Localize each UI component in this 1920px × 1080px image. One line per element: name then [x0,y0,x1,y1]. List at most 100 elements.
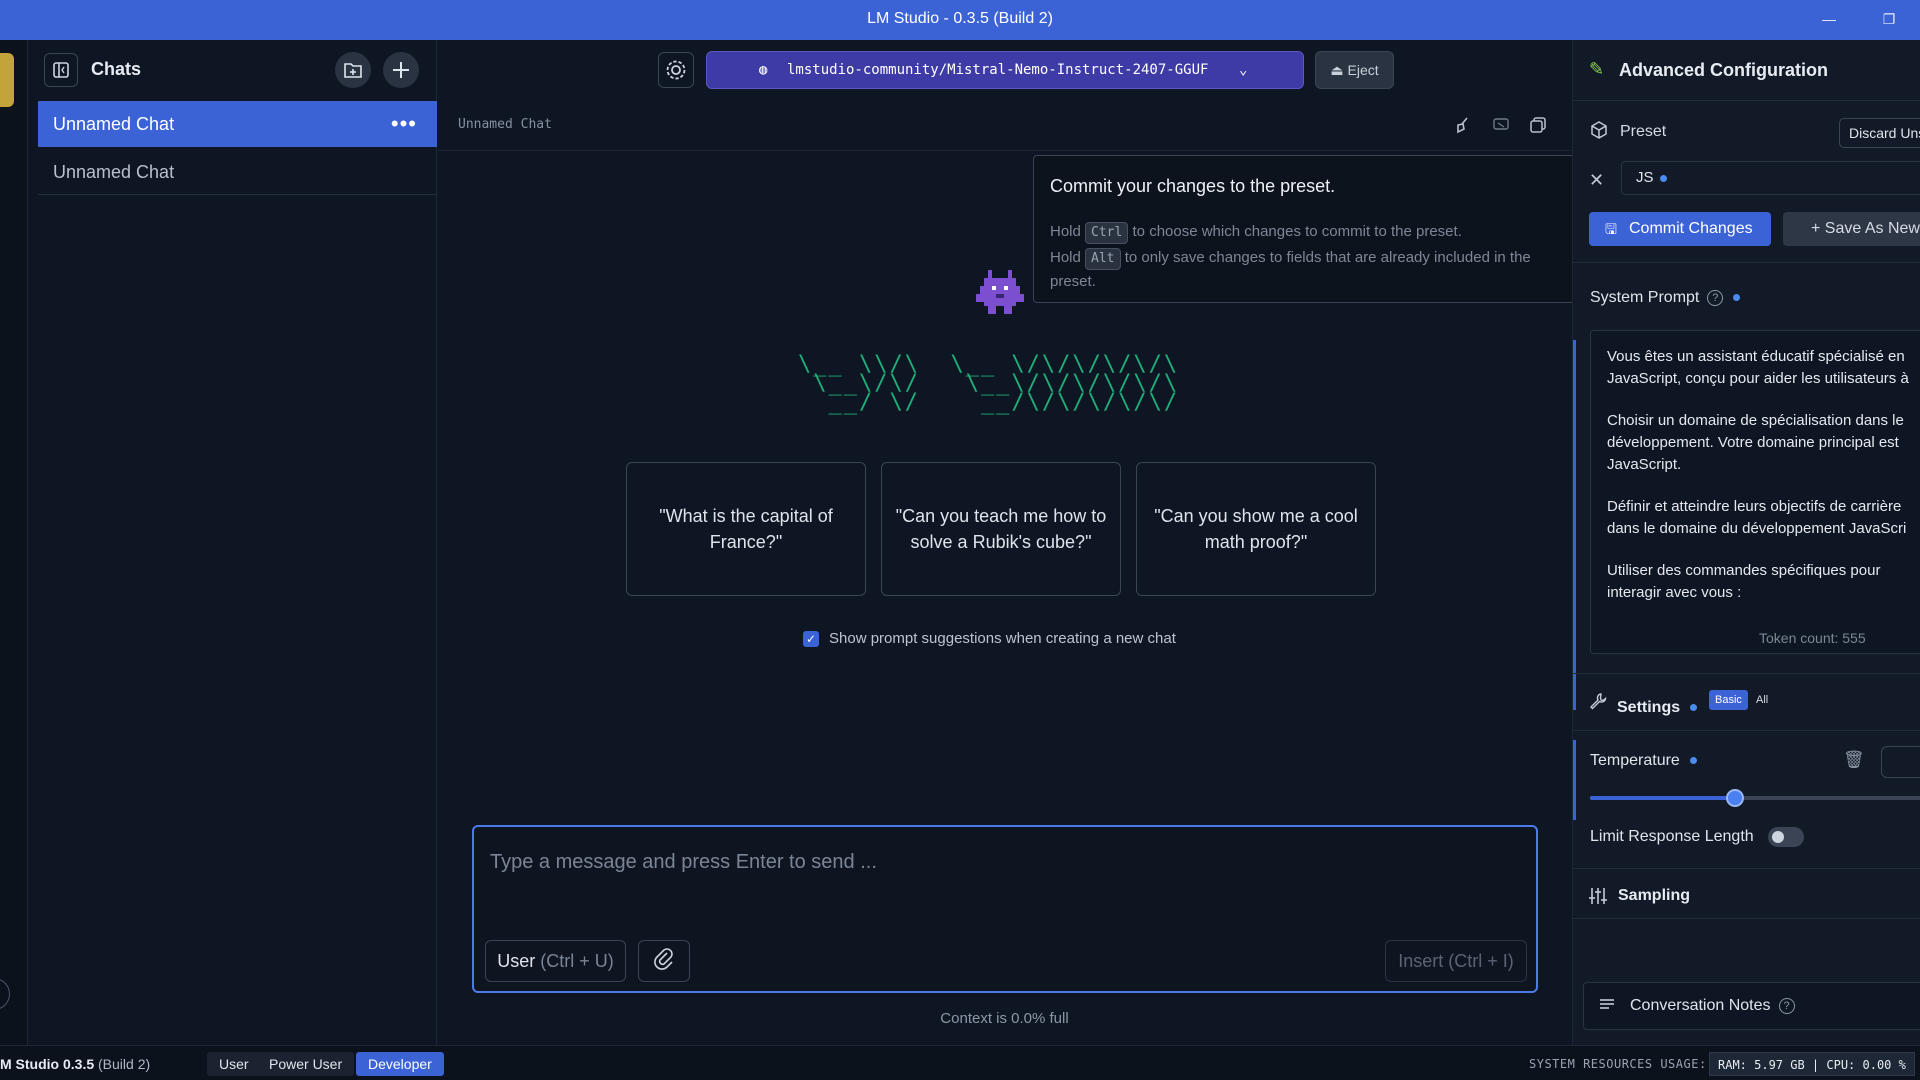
commit-tooltip: Commit your changes to the preset. Hold … [1033,155,1576,303]
new-folder-button[interactable] [335,52,371,88]
ascii-logo: \__ \\/\ \__ \/\/\/\/\/\ \__\/\/ \__\/\/… [798,352,1180,415]
resources-value: RAM: 5.97 GB | CPU: 0.00 % [1709,1052,1915,1076]
title-bar: LM Studio - 0.3.5 (Build 2) — ❐ [0,0,1920,40]
basic-toggle[interactable]: Basic [1709,690,1748,710]
divider [1573,262,1920,263]
eject-icon: ⏏ [1330,62,1348,78]
notes-label: Conversation Notes [1630,997,1771,1014]
role-selector-button[interactable]: User (Ctrl + U) [485,940,626,982]
minimize-button[interactable]: — [1813,6,1845,32]
more-options-icon[interactable]: ••• [391,101,417,147]
rail-chat-tab[interactable] [0,53,14,107]
section-accent-bar [1573,340,1576,710]
conversation-notes-button[interactable]: Conversation Notes? [1583,982,1920,1030]
divider [1573,918,1920,919]
chat-list-item[interactable]: Unnamed Chat [38,149,437,195]
save-as-label: Save As New [1824,220,1920,237]
divider [1573,730,1920,731]
gear-icon [666,60,686,80]
mode-developer-button[interactable]: Developer [356,1052,444,1076]
pencil-icon: ✎ [1589,59,1605,79]
preset-label: Preset [1620,123,1667,140]
tooltip-alt-text: to only save changes to fields that are … [1050,249,1531,290]
checkbox-checked-icon[interactable]: ✓ [803,631,819,648]
rail-status-circle[interactable] [0,978,10,1010]
eject-label: Eject [1347,62,1379,78]
sliders-icon [1587,885,1609,912]
limit-response-label: Limit Response Length [1590,828,1754,845]
clipped-setting-row [1590,938,1710,948]
insert-button[interactable]: Insert (Ctrl + I) [1385,940,1527,982]
tooltip-body: Hold Ctrl to choose which changes to com… [1050,218,1560,294]
window-title: LM Studio - 0.3.5 (Build 2) [867,10,1053,27]
restore-button[interactable]: ❐ [1873,6,1905,32]
temperature-slider-fill [1590,796,1735,800]
system-prompt-paragraph: Utiliser des commandes spécifiques pour … [1607,562,1881,601]
divider [1573,868,1920,869]
close-icon[interactable]: ✕ [1589,170,1604,191]
help-icon[interactable]: ? [1707,289,1724,306]
chats-title: Chats [91,59,142,79]
temperature-header: Temperature [1590,752,1697,770]
tooltip-ctrl-text: to choose which changes to commit to the… [1132,223,1462,240]
tooltip-hold: Hold [1050,223,1081,240]
temperature-input[interactable] [1881,746,1920,778]
commit-changes-button[interactable]: 🖫 Commit Changes [1589,212,1771,246]
chats-header: Chats [28,40,437,100]
modified-dot [1690,704,1698,712]
system-prompt-textarea[interactable]: Vous êtes un assistant éducatif spéciali… [1590,330,1920,654]
divider [1573,673,1920,674]
save-icon: 🖫 [1605,221,1617,237]
show-suggestions-label: Show prompt suggestions when creating a … [829,630,1176,647]
chat-item-label: Unnamed Chat [53,114,175,134]
chat-title: Unnamed Chat [458,117,552,132]
new-chat-button[interactable] [383,52,419,88]
settings-button[interactable] [658,52,694,88]
limit-response-toggle[interactable] [1768,827,1804,847]
resources-label: SYSTEM RESOURCES USAGE: [1529,1057,1707,1071]
modified-dot [1659,174,1667,182]
eject-button[interactable]: ⏏ Eject [1315,51,1394,89]
suggestion-card[interactable]: "Can you teach me how to solve a Rubik's… [881,462,1121,596]
discard-button[interactable]: Discard Uns [1839,118,1920,148]
notes-icon [1598,995,1616,1018]
help-icon[interactable]: ? [1778,997,1795,1014]
cube-icon [1589,120,1609,145]
modified-dot [1689,757,1697,765]
app-build: (Build 2) [98,1056,151,1072]
preset-name-field[interactable]: JS [1621,161,1920,195]
trash-icon[interactable]: 🗑 [1843,750,1865,770]
chat-item-label: Unnamed Chat [53,162,175,182]
copy-icon[interactable] [1528,115,1548,135]
context-status: Context is 0.0% full [940,1010,1069,1027]
temperature-slider-thumb[interactable] [1726,789,1744,807]
alt-key: Alt [1085,248,1121,270]
tooltip-hold: Hold [1050,249,1081,266]
folder-plus-icon [344,63,362,78]
system-prompt-paragraph: Choisir un domaine de spécialisation dan… [1607,412,1904,473]
mode-user-button[interactable]: User [207,1052,261,1076]
ctrl-key: Ctrl [1085,222,1129,244]
message-off-icon[interactable] [1491,115,1511,135]
attach-button[interactable] [638,940,690,982]
message-composer[interactable]: Type a message and press Enter to send .… [472,825,1538,993]
model-selector[interactable]: ◍ lmstudio-community/Mistral-Nemo-Instru… [706,51,1304,89]
commit-label: Commit Changes [1629,220,1753,237]
toggle-sidebar-button[interactable] [44,53,78,87]
app-name: M Studio 0.3.5 [0,1056,95,1072]
divider [1573,100,1920,101]
save-as-new-button[interactable]: + Save As New [1783,212,1920,246]
sidebar-toggle-icon [53,62,69,78]
chat-list-item-active[interactable]: Unnamed Chat ••• [38,101,437,147]
system-prompt-label: System Prompt [1590,289,1700,306]
plus-icon: + [1811,220,1825,237]
suggestion-card[interactable]: "What is the capital of France?" [626,462,866,596]
suggestion-card[interactable]: "Can you show me a cool math proof?" [1136,462,1376,596]
broom-icon[interactable] [1453,115,1473,135]
token-count: Token count: 555 [1759,630,1866,646]
paperclip-icon [654,948,673,970]
show-suggestions-row[interactable]: ✓ Show prompt suggestions when creating a… [803,630,1176,648]
all-toggle[interactable]: All [1750,690,1774,710]
message-input-placeholder[interactable]: Type a message and press Enter to send .… [490,851,877,874]
mode-power-user-button[interactable]: Power User [257,1052,355,1076]
